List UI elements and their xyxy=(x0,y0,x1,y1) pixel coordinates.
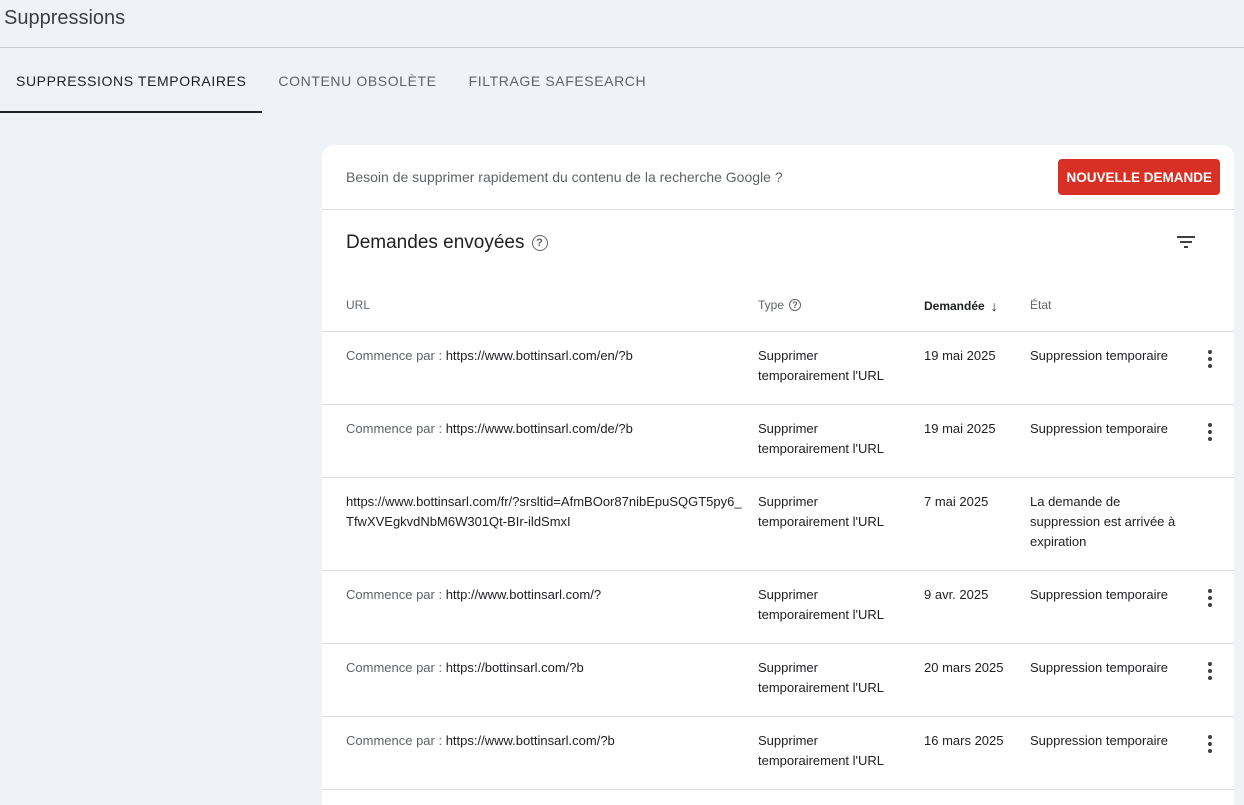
url-value: https://www.bottinsarl.com/de/?b xyxy=(445,421,633,436)
date-cell: 7 mai 2025 xyxy=(924,494,989,509)
help-icon[interactable]: ? xyxy=(531,235,548,251)
table-row: Commence par : https://bottinsarl.com/?b… xyxy=(322,644,1234,717)
column-header-url: URL xyxy=(346,298,370,312)
url-prefix: Commence par : xyxy=(346,660,446,675)
url-value: http://www.bottinsarl.com/? xyxy=(445,587,602,602)
column-header-state-label: État xyxy=(1030,298,1052,312)
url-cell: Commence par : https://www.bottinsarl.co… xyxy=(346,346,746,366)
state-cell: Suppression temporaire xyxy=(1030,733,1169,748)
date-cell: 19 mai 2025 xyxy=(924,348,996,363)
url-cell: Commence par : https://www.bottinsarl.co… xyxy=(346,731,746,751)
url-cell: Commence par : https://bottinsarl.com/?b xyxy=(346,658,746,678)
column-header-state: État xyxy=(1030,298,1051,312)
state-cell: Suppression temporaire xyxy=(1030,660,1169,675)
state-cell: Suppression temporaire xyxy=(1030,348,1169,363)
url-cell: Commence par : https://www.bottinsarl.co… xyxy=(346,419,746,439)
tab-outdated-content[interactable]: CONTENU OBSOLÈTE xyxy=(262,49,452,113)
tab-temporary-removals[interactable]: SUPPRESSIONS TEMPORAIRES xyxy=(0,49,263,113)
table-row: Commence par : https://www.bottinsarl.co… xyxy=(322,332,1234,405)
url-prefix: Commence par : xyxy=(346,421,446,436)
type-cell: Supprimer temporairement l'URL xyxy=(758,660,885,695)
date-cell: 19 mai 2025 xyxy=(924,421,996,436)
more-options-icon[interactable] xyxy=(1198,421,1222,445)
more-options-icon[interactable] xyxy=(1198,660,1222,684)
top-bar: Suppressions xyxy=(0,0,1244,48)
column-header-date-label: Demandée xyxy=(924,299,985,313)
column-header-type: Type ? xyxy=(758,298,802,312)
more-options-icon[interactable] xyxy=(1198,733,1222,757)
tab-bar: SUPPRESSIONS TEMPORAIRES CONTENU OBSOLÈT… xyxy=(0,49,662,113)
table-row: Commence par : https://www.bottinsarl.co… xyxy=(322,405,1234,478)
page-title: Suppressions xyxy=(4,7,126,29)
state-cell: Suppression temporaire xyxy=(1030,421,1169,436)
url-prefix: Commence par : xyxy=(346,733,446,748)
section-title: Demandes envoyées ? xyxy=(346,232,548,254)
url-value: https://www.bottinsarl.com/?b xyxy=(445,733,615,748)
state-cell: Suppression temporaire xyxy=(1030,587,1169,602)
state-cell: La demande de suppression est arrivée à … xyxy=(1030,494,1176,549)
column-header-url-label: URL xyxy=(346,298,371,312)
url-value: https://www.bottinsarl.com/fr/?srsltid=A… xyxy=(346,494,742,529)
filter-icon[interactable] xyxy=(1174,230,1198,254)
url-value: https://bottinsarl.com/?b xyxy=(445,660,584,675)
column-header-type-label: Type xyxy=(758,298,785,312)
url-prefix: Commence par : xyxy=(346,348,446,363)
type-cell: Supprimer temporairement l'URL xyxy=(758,733,885,768)
url-cell: Commence par : http://www.bottinsarl.com… xyxy=(346,585,746,605)
type-help-icon[interactable]: ? xyxy=(789,299,802,311)
table-row: Commence par : https://www.bottinsarl.co… xyxy=(322,717,1234,790)
type-cell: Supprimer temporairement l'URL xyxy=(758,348,885,383)
date-cell: 9 avr. 2025 xyxy=(924,587,989,602)
card-question: Besoin de supprimer rapidement du conten… xyxy=(346,169,783,185)
url-value: https://www.bottinsarl.com/en/?b xyxy=(445,348,633,363)
date-cell: 20 mars 2025 xyxy=(924,660,1004,675)
table-row: Commence par : http://www.bottinsarl.com… xyxy=(322,571,1234,644)
section-title-text: Demandes envoyées xyxy=(346,232,525,253)
url-cell: https://www.bottinsarl.com/fr/?srsltid=A… xyxy=(346,492,746,532)
type-cell: Supprimer temporairement l'URL xyxy=(758,494,885,529)
more-options-icon[interactable] xyxy=(1198,587,1222,611)
url-prefix: Commence par : xyxy=(346,587,446,602)
type-cell: Supprimer temporairement l'URL xyxy=(758,421,885,456)
table-header: URL Type ? Demandée ↓ État xyxy=(322,276,1234,332)
column-header-date[interactable]: Demandée ↓ xyxy=(924,298,998,314)
section-header: Demandes envoyées ? xyxy=(322,210,1234,276)
new-request-button[interactable]: NOUVELLE DEMANDE xyxy=(1058,159,1220,195)
table-row: https://www.bottinsarl.com/fr/?srsltid=A… xyxy=(322,478,1234,571)
type-cell: Supprimer temporairement l'URL xyxy=(758,587,885,622)
date-cell: 16 mars 2025 xyxy=(924,733,1004,748)
sort-arrow-down-icon: ↓ xyxy=(990,298,998,314)
more-options-icon[interactable] xyxy=(1198,348,1222,372)
tab-safesearch-filtering[interactable]: FILTRAGE SAFESEARCH xyxy=(453,49,663,113)
requests-card: Besoin de supprimer rapidement du conten… xyxy=(322,145,1234,805)
card-header: Besoin de supprimer rapidement du conten… xyxy=(322,145,1234,210)
